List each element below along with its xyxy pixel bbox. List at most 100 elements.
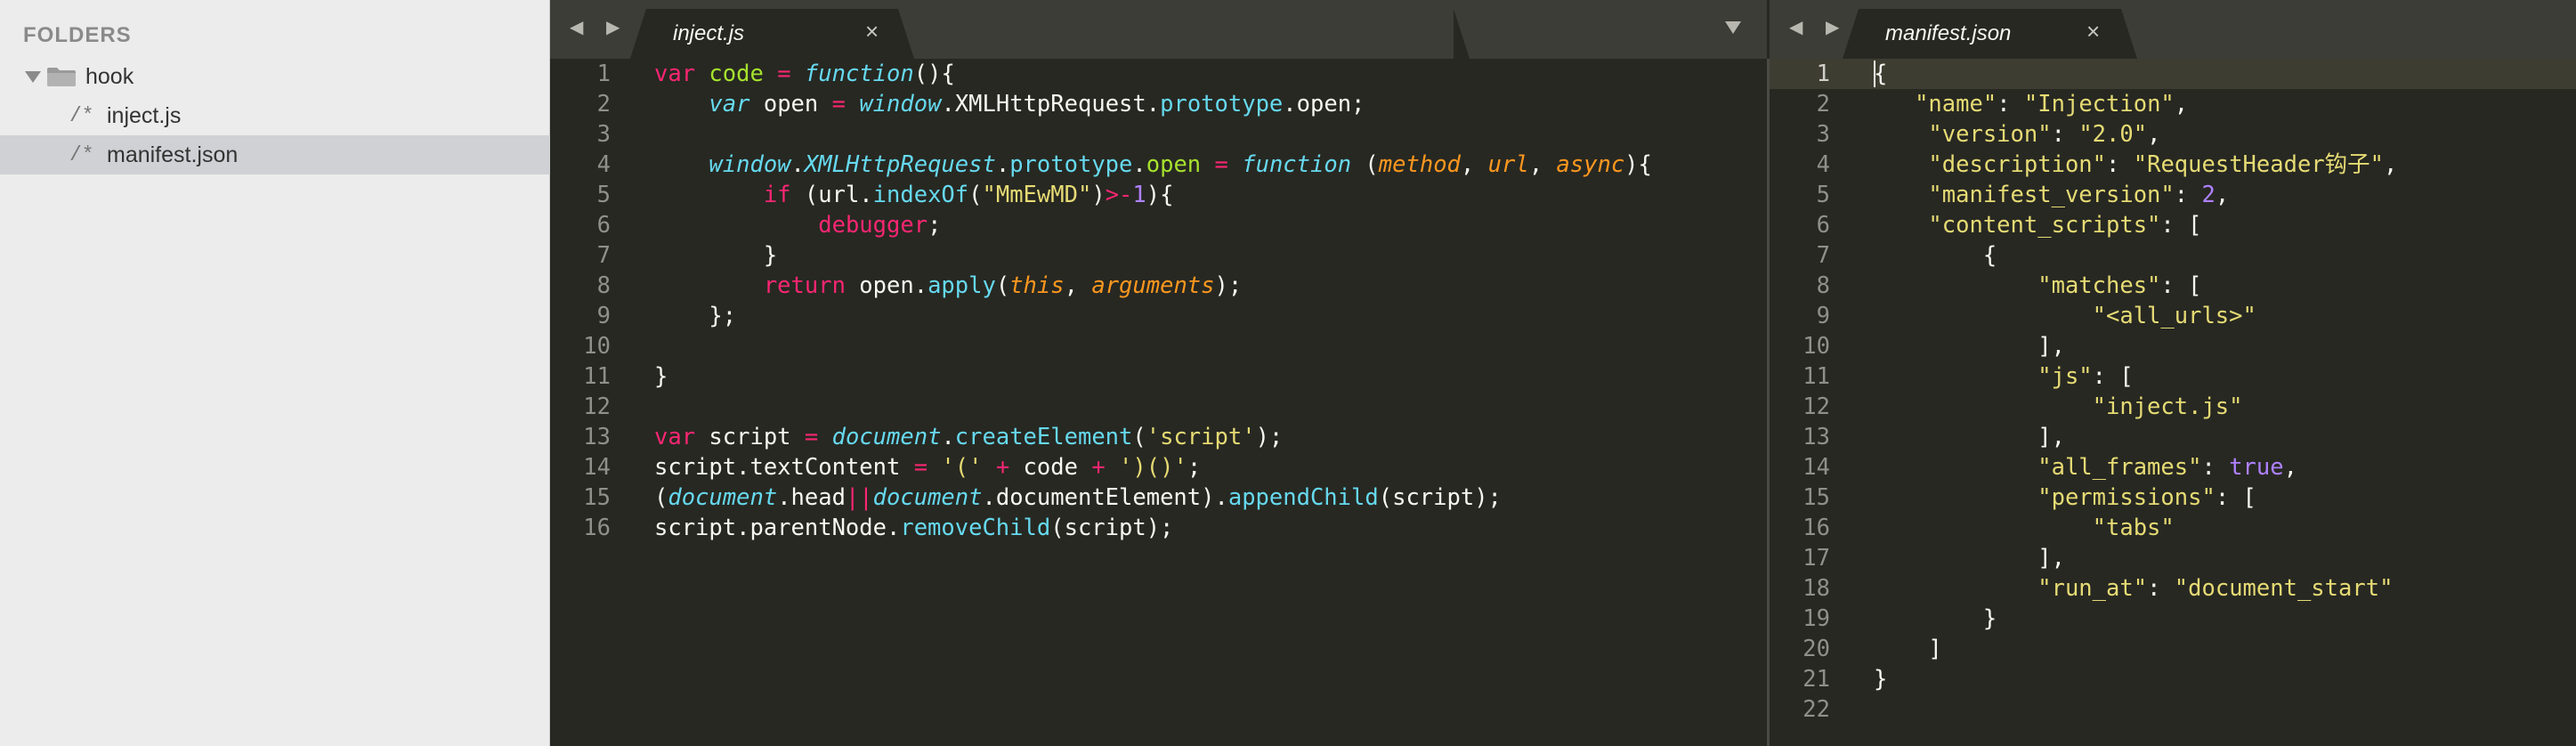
code-line[interactable]: 13 var script = document.createElement('s… [550, 422, 1767, 452]
code-editor-manifest-json[interactable]: 1{2 "name": "Injection", 3 "version": "2.… [1770, 59, 2576, 746]
code-line[interactable]: 10 ], [1770, 331, 2576, 361]
code-text: debugger; [818, 212, 942, 239]
line-number: 9 [1816, 303, 1830, 329]
code-line[interactable]: 14 "all_frames": true, [1770, 452, 2576, 482]
file-icon: /* [69, 104, 94, 127]
code-text: var code = function(){ [654, 61, 955, 87]
tab-label: manifest.json [1885, 21, 2012, 45]
code-line[interactable]: 1 var code = function(){ [550, 59, 1767, 89]
code-text: if (url.indexOf("MmEwMD")>-1){ [763, 182, 1174, 208]
code-text: "js": [ [2037, 363, 2134, 390]
code-line[interactable]: 5 if (url.indexOf("MmEwMD")>-1){ [550, 180, 1767, 210]
code-line[interactable]: 9 }; [550, 301, 1767, 331]
nav-arrows-icon[interactable]: ◀ ▶ [1789, 16, 1848, 38]
tab-manifest-json[interactable]: manifest.json × [1843, 9, 2137, 59]
code-line[interactable]: 3 [550, 119, 1767, 150]
code-text: ], [1874, 333, 2065, 360]
code-line[interactable]: 22 [1770, 694, 2576, 725]
line-number: 3 [596, 121, 611, 148]
code-line[interactable]: 5 "manifest_version": 2, [1770, 180, 2576, 210]
line-number: 11 [1802, 363, 1830, 390]
line-number: 5 [1816, 182, 1830, 208]
line-number: 7 [1816, 242, 1830, 269]
code-line[interactable]: 16 "tabs" [1770, 513, 2576, 543]
code-line[interactable]: 7 { [1770, 240, 2576, 271]
sidebar: FOLDERS hook /* inject.js /* manifest.js… [0, 0, 550, 746]
code-line[interactable]: 9 "<all_urls>" [1770, 301, 2576, 331]
code-line[interactable]: 21} [1770, 664, 2576, 694]
close-icon[interactable]: × [865, 18, 879, 45]
code-line[interactable]: 12 "inject.js" [1770, 392, 2576, 422]
line-number: 17 [1802, 545, 1830, 572]
code-text: "inject.js" [2092, 393, 2243, 420]
code-line[interactable]: 20 ] [1770, 634, 2576, 664]
nav-arrows-icon[interactable]: ◀ ▶ [570, 16, 628, 38]
code-line[interactable]: 19 } [1770, 604, 2576, 634]
line-number: 10 [1802, 333, 1830, 360]
code-line[interactable]: 6 debugger; [550, 210, 1767, 240]
disclosure-triangle-icon[interactable] [25, 71, 41, 83]
code-text: return open.apply(this, arguments); [763, 272, 1243, 299]
line-number: 4 [596, 151, 611, 178]
code-text: var open = window.XMLHttpRequest.prototy… [709, 91, 1365, 118]
code-line[interactable]: 11} [550, 361, 1767, 392]
code-line[interactable]: 4 window.XMLHttpRequest.prototype.open =… [550, 150, 1767, 180]
code-text: "content_scripts": [ [1928, 212, 2202, 239]
line-number: 13 [583, 424, 611, 450]
code-line[interactable]: 10 [550, 331, 1767, 361]
line-number: 10 [583, 333, 611, 360]
code-line[interactable]: 4 "description": "RequestHeader钩子", [1770, 150, 2576, 180]
code-line[interactable]: 6 "content_scripts": [ [1770, 210, 2576, 240]
code-line[interactable]: 18 "run_at": "document_start" [1770, 573, 2576, 604]
code-text: "matches": [ [2037, 272, 2202, 299]
code-text: "version": "2.0", [1928, 121, 2161, 148]
tab-label: inject.js [673, 21, 745, 45]
code-line[interactable]: 13 ], [1770, 422, 2576, 452]
close-icon[interactable]: × [2086, 18, 2100, 45]
sidebar-item-inject-js[interactable]: /* inject.js [0, 96, 550, 135]
left-editor-pane: ◀ ▶ inject.js × 1 var code = function(){2… [550, 0, 1767, 746]
tab-dropdown-icon[interactable] [1725, 21, 1741, 34]
code-text: { [1874, 242, 1997, 269]
line-number: 22 [1802, 696, 1830, 723]
line-number: 16 [1802, 515, 1830, 541]
code-line[interactable]: 2 var open = window.XMLHttpRequest.proto… [550, 89, 1767, 119]
line-number: 12 [1802, 393, 1830, 420]
code-line[interactable]: 15 (document.head||document.documentEleme… [550, 482, 1767, 513]
code-line[interactable]: 7 } [550, 240, 1767, 271]
line-number: 20 [1802, 636, 1830, 662]
sidebar-folder-hook[interactable]: hook [0, 57, 550, 96]
code-text: var script = document.createElement('scr… [654, 424, 1284, 450]
code-text: (document.head||document.documentElement… [654, 484, 1502, 511]
code-text: { [1874, 61, 1888, 87]
line-number: 16 [583, 515, 611, 541]
line-number: 9 [596, 303, 611, 329]
line-number: 11 [583, 363, 611, 390]
code-line[interactable]: 16 script.parentNode.removeChild(script); [550, 513, 1767, 543]
code-line[interactable]: 2 "name": "Injection", [1770, 89, 2576, 119]
code-text: "all_frames": true, [2037, 454, 2297, 481]
code-text: } [1874, 666, 1888, 693]
code-line[interactable]: 11 "js": [ [1770, 361, 2576, 392]
code-line[interactable]: 12 [550, 392, 1767, 422]
code-text: script.parentNode.removeChild(script); [654, 515, 1174, 541]
code-line[interactable]: 3 "version": "2.0", [1770, 119, 2576, 150]
line-number: 7 [596, 242, 611, 269]
code-line[interactable]: 15 "permissions": [ [1770, 482, 2576, 513]
code-line[interactable]: 8 return open.apply(this, arguments); [550, 271, 1767, 301]
line-number: 2 [596, 91, 611, 118]
code-text: "permissions": [ [2037, 484, 2256, 511]
code-text: "name": "Injection", [1915, 91, 2189, 118]
code-line[interactable]: 17 ], [1770, 543, 2576, 573]
code-line[interactable]: 8 "matches": [ [1770, 271, 2576, 301]
line-number: 21 [1802, 666, 1830, 693]
code-line[interactable]: 14 script.textContent = '(' + code + ')()… [550, 452, 1767, 482]
line-number: 15 [583, 484, 611, 511]
code-editor-inject-js[interactable]: 1 var code = function(){2 var open = wind… [550, 59, 1767, 746]
tab-inject-js[interactable]: inject.js × [630, 9, 914, 59]
code-text: ], [1874, 424, 2065, 450]
code-line[interactable]: 1{ [1770, 59, 2576, 89]
line-number: 8 [596, 272, 611, 299]
sidebar-item-manifest-json[interactable]: /* manifest.json [0, 135, 550, 174]
sidebar-item-label: inject.js [107, 103, 182, 128]
